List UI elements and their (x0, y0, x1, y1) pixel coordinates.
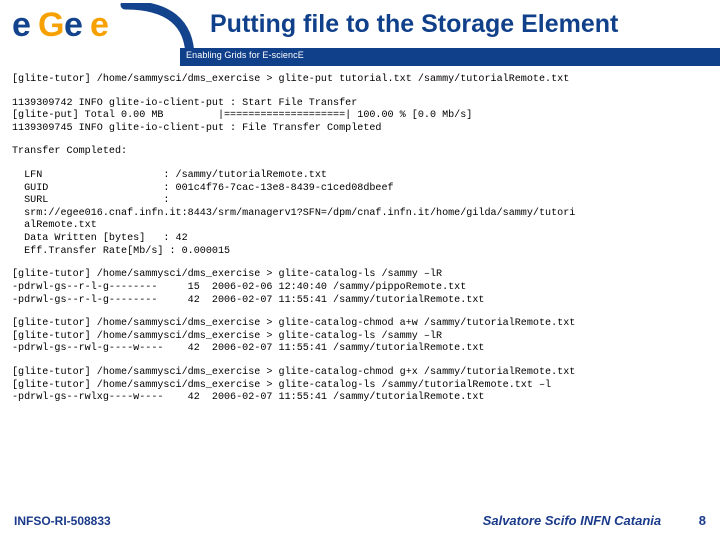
ls-line: -pdrwl-gs--r-l-g-------- 15 2006-02-06 1… (12, 282, 466, 293)
footer-author: Salvatore Scifo INFN Catania 8 (483, 513, 706, 528)
footer-contract-id: INFSO-RI-508833 (14, 514, 111, 528)
detail-surl-cont2: alRemote.txt (12, 220, 97, 231)
out-line: [glite-put] Total 0.00 MB |=============… (12, 110, 472, 121)
detail-eff-rate: Eff.Transfer Rate[Mb/s] : 0.000015 (12, 246, 230, 257)
page-number: 8 (699, 513, 706, 528)
command-chmod-g: [glite-tutor] /home/sammysci/dms_exercis… (12, 367, 708, 405)
out-line: 1139309742 INFO glite-io-client-put : St… (12, 98, 357, 109)
detail-surl: SURL : (12, 195, 170, 206)
cmd-line: [glite-tutor] /home/sammysci/dms_exercis… (12, 367, 575, 378)
output-transfer: 1139309742 INFO glite-io-client-put : St… (12, 98, 708, 136)
cmd-line: [glite-tutor] /home/sammysci/dms_exercis… (12, 380, 551, 391)
detail-guid: GUID : 001c4f76-7cac-13e8-8439-c1ced08db… (12, 183, 394, 194)
ls-line: -pdrwl-gs--r-l-g-------- 42 2006-02-07 1… (12, 295, 484, 306)
slide-footer: INFSO-RI-508833 Salvatore Scifo INFN Cat… (14, 513, 706, 528)
command-chmod-a: [glite-tutor] /home/sammysci/dms_exercis… (12, 318, 708, 356)
logo-letter-e1: e (12, 6, 31, 45)
detail-lfn: LFN : /sammy/tutorialRemote.txt (12, 170, 327, 181)
logo-letter-g: G (38, 6, 64, 45)
terminal-content: [glite-tutor] /home/sammysci/dms_exercis… (12, 74, 708, 416)
ls-line: -pdrwl-gs--rwlxg----w---- 42 2006-02-07 … (12, 392, 484, 403)
title-bar: Putting file to the Storage Element (180, 0, 720, 48)
detail-surl-cont: srm://egee016.cnaf.infn.it:8443/srm/mana… (12, 208, 575, 219)
cmd-line: [glite-tutor] /home/sammysci/dms_exercis… (12, 331, 442, 342)
author-name: Salvatore Scifo INFN Catania (483, 513, 661, 528)
logo-letter-e2: e (64, 6, 83, 45)
tagline-text: Enabling Grids for E-sciencE (186, 50, 304, 60)
tagline-bar-mask (0, 48, 180, 66)
cmd-line: [glite-tutor] /home/sammysci/dms_exercis… (12, 318, 575, 329)
detail-data-written: Data Written [bytes] : 42 (12, 233, 188, 244)
ls-line: -pdrwl-gs--rwl-g----w---- 42 2006-02-07 … (12, 343, 484, 354)
out-line: 1139309745 INFO glite-io-client-put : Fi… (12, 123, 382, 134)
cmd-line: [glite-tutor] /home/sammysci/dms_exercis… (12, 269, 442, 280)
command-ls-1: [glite-tutor] /home/sammysci/dms_exercis… (12, 269, 708, 307)
command-put: [glite-tutor] /home/sammysci/dms_exercis… (12, 74, 708, 87)
slide-title: Putting file to the Storage Element (210, 10, 618, 39)
transfer-completed-label: Transfer Completed: (12, 146, 708, 159)
egee-logo: e G e e (12, 6, 127, 46)
slide-header: e G e e Putting file to the Storage Elem… (0, 0, 720, 66)
logo-letter-e3: e (90, 6, 109, 45)
transfer-details: LFN : /sammy/tutorialRemote.txt GUID : 0… (12, 170, 708, 258)
